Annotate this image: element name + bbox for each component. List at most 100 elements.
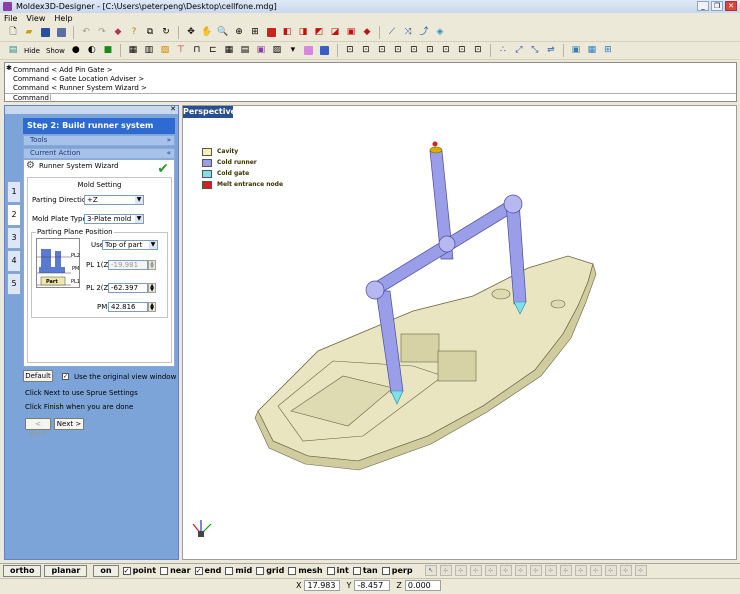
snap-mesh-checkbox[interactable] (288, 566, 297, 575)
chevron-down-icon[interactable]: » (167, 136, 171, 145)
snap-grid[interactable]: grid (256, 566, 284, 575)
snap-mid-checkbox[interactable] (225, 566, 234, 575)
snap-point-checkbox[interactable]: ✓ (122, 566, 131, 575)
angle-icon[interactable]: ⊡ (375, 44, 389, 58)
snap-tan[interactable]: tan (352, 566, 378, 575)
tab-step-5[interactable]: 5 (7, 273, 21, 295)
pm-spinner[interactable]: ▲ ▼ (148, 302, 156, 312)
rotate-icon[interactable]: ↻ (159, 26, 173, 40)
report-icon[interactable]: ▦ (585, 44, 599, 58)
element-icon[interactable]: ⊡ (407, 44, 421, 58)
grid-icon[interactable]: ▥ (142, 44, 156, 58)
use-original-view-checkbox[interactable]: ✓ (62, 373, 69, 380)
tools-section[interactable]: Tools » (23, 135, 175, 146)
snap-point[interactable]: ✓ point (122, 566, 156, 575)
zoom-icon[interactable]: 🔍 (216, 26, 230, 40)
command-input[interactable] (51, 94, 736, 102)
snap-perp[interactable]: perp (381, 566, 413, 575)
ortho-button[interactable]: ortho (3, 564, 42, 577)
solid-view-icon[interactable] (264, 26, 278, 40)
part-icon[interactable]: ▣ (254, 44, 268, 58)
export-icon[interactable]: ▣ (569, 44, 583, 58)
polyline-icon[interactable]: ⤨ (401, 26, 415, 40)
view-top-icon[interactable]: ▣ (344, 26, 358, 40)
point-tool-icon[interactable]: ∴ (496, 44, 510, 58)
dropdown-arrow-icon[interactable]: ▼ (149, 241, 157, 249)
pl2-field[interactable]: -62.397 ▲ ▼ (108, 283, 156, 293)
next-button[interactable]: Next > (54, 418, 84, 430)
image-icon[interactable]: ▨ (270, 44, 284, 58)
help-icon[interactable]: ? (127, 26, 141, 40)
snap-int[interactable]: int (326, 566, 349, 575)
blue-square-icon[interactable] (318, 44, 332, 58)
snap-tool-icon[interactable]: ⊹ (439, 565, 452, 576)
move-tool-icon[interactable]: ⤢ (512, 44, 526, 58)
cooling-icon[interactable]: ⊏ (206, 44, 220, 58)
snap-tool-icon[interactable]: ⊹ (529, 565, 542, 576)
mirror-tool-icon[interactable]: ⇌ (544, 44, 558, 58)
menu-file[interactable]: File (4, 14, 17, 23)
snap-near-checkbox[interactable] (160, 566, 169, 575)
copy-icon[interactable]: ⧉ (143, 26, 157, 40)
arc-icon[interactable]: ⤴ (417, 26, 431, 40)
surface-icon[interactable]: ⊡ (423, 44, 437, 58)
view-iso-icon[interactable]: ◆ (360, 26, 374, 40)
open-folder-icon[interactable]: ▰ (22, 26, 36, 40)
snap-grid-checkbox[interactable] (256, 566, 265, 575)
undo-icon[interactable]: ↶ (79, 26, 93, 40)
snap-tool-icon[interactable]: ⊹ (544, 565, 557, 576)
snap-tan-checkbox[interactable] (352, 566, 361, 575)
default-button[interactable]: Default (23, 370, 53, 382)
attribute-icon[interactable]: ▨ (158, 44, 172, 58)
restore-button[interactable]: ❐ (711, 1, 723, 11)
minimize-button[interactable]: _ (697, 1, 709, 11)
eraser-icon[interactable]: ◆ (111, 26, 125, 40)
query-icon[interactable]: ⊡ (455, 44, 469, 58)
close-button[interactable]: ✕ (725, 1, 737, 11)
snap-end-checkbox[interactable]: ✓ (194, 566, 203, 575)
shaded-icon[interactable]: ● (69, 44, 83, 58)
hide-button[interactable]: Hide (22, 47, 42, 55)
chevron-up-icon[interactable]: « (167, 149, 171, 158)
snap-tool-icon[interactable]: ⊹ (559, 565, 572, 576)
view-front-icon[interactable]: ◧ (280, 26, 294, 40)
menu-help[interactable]: Help (54, 14, 72, 23)
snap-end[interactable]: ✓ end (194, 566, 221, 575)
snap-perp-checkbox[interactable] (381, 566, 390, 575)
new-file-icon[interactable]: 🗋 (6, 26, 20, 40)
snap-int-checkbox[interactable] (326, 566, 335, 575)
planar-button[interactable]: planar (44, 564, 88, 577)
measure-icon[interactable]: ⊡ (343, 44, 357, 58)
snap-mesh[interactable]: mesh (288, 566, 323, 575)
line-icon[interactable]: ⟋ (385, 26, 399, 40)
zoom-window-icon[interactable]: ⊕ (232, 26, 246, 40)
pl2-spinner[interactable]: ▲ ▼ (148, 283, 156, 293)
section-icon[interactable]: ⊡ (471, 44, 485, 58)
snap-cursor-icon[interactable]: ↖ (424, 565, 437, 576)
menu-view[interactable]: View (26, 14, 45, 23)
snap-tool-icon[interactable]: ⊹ (514, 565, 527, 576)
snap-near[interactable]: near (160, 566, 191, 575)
panel-close-icon[interactable]: ✕ (170, 105, 176, 113)
runner-icon[interactable]: ⊤ (174, 44, 188, 58)
sheet-icon[interactable]: ▤ (238, 44, 252, 58)
node-icon[interactable]: ⊡ (391, 44, 405, 58)
dropdown-arrow-icon[interactable]: ▼ (135, 215, 143, 223)
pm-field[interactable]: 42.816 ▲ ▼ (108, 302, 156, 312)
dropdown-arrow-icon[interactable]: ▼ (135, 196, 143, 204)
parting-direction-select[interactable]: +Z ▼ (84, 195, 144, 205)
snap-on-button[interactable]: on (93, 564, 119, 577)
snap-tool-icon[interactable]: ⊹ (589, 565, 602, 576)
back-button[interactable]: < Back (25, 418, 51, 438)
snap-tool-icon[interactable]: ⊹ (604, 565, 617, 576)
snap-tool-icon[interactable]: ⊹ (634, 565, 647, 576)
snap-tool-icon[interactable]: ⊹ (469, 565, 482, 576)
dropdown-arrow-icon[interactable]: ▾ (286, 44, 300, 58)
pink-square-icon[interactable] (302, 44, 316, 58)
snap-tool-icon[interactable]: ⊹ (574, 565, 587, 576)
table-icon[interactable]: ▦ (222, 44, 236, 58)
tab-step-3[interactable]: 3 (7, 227, 21, 249)
tab-step-2[interactable]: 2 (7, 204, 21, 226)
layer-icon[interactable]: ▤ (6, 44, 20, 58)
use-select[interactable]: Top of part ▼ (102, 240, 158, 250)
